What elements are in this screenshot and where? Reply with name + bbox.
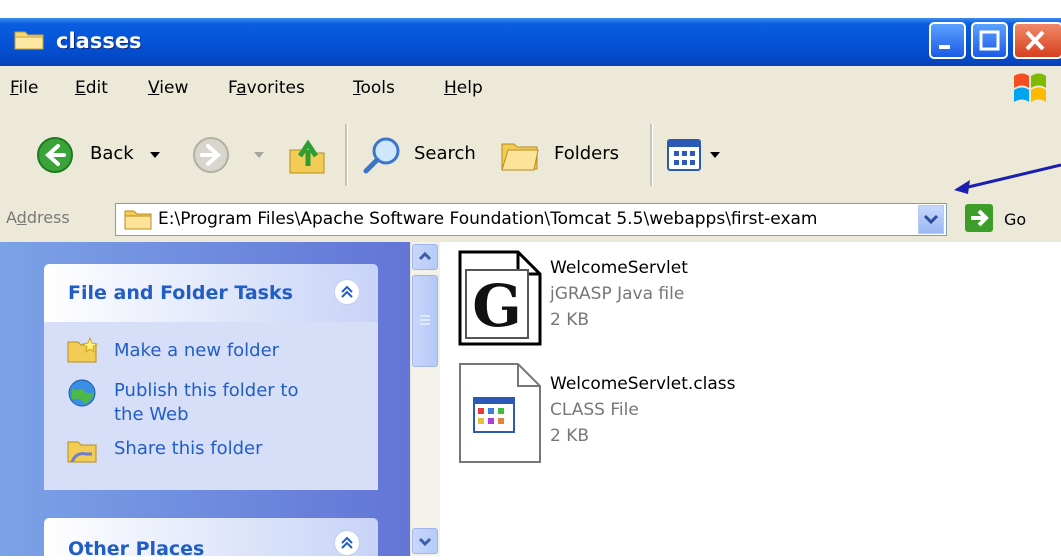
up-folder-icon[interactable] (288, 136, 328, 176)
window-title: classes (56, 29, 142, 53)
list-item[interactable]: WelcomeServlet.class CLASS File 2 KB (456, 362, 1016, 466)
annotation-arrow (954, 163, 1061, 194)
menu-tools[interactable]: Tools (353, 78, 395, 98)
maximize-icon (979, 30, 1000, 51)
file-type: jGRASP Java file (550, 284, 685, 304)
menu-file[interactable]: File (10, 78, 38, 98)
forward-button[interactable] (190, 134, 268, 176)
scroll-up-button[interactable] (412, 244, 438, 270)
menu-view[interactable]: View (148, 78, 188, 98)
back-button[interactable]: Back (34, 134, 160, 176)
maximize-button[interactable] (971, 22, 1008, 59)
slide-background-strip (0, 0, 1061, 18)
chevron-down-icon (418, 537, 432, 547)
title-bar[interactable] (0, 18, 1061, 66)
other-places-header[interactable]: Other Places (44, 518, 378, 560)
toolbar-separator (650, 124, 653, 186)
list-item[interactable]: G WelcomeServlet jGRASP Java file 2 KB (456, 250, 1016, 350)
dropdown-triangle-icon (150, 152, 160, 158)
make-new-folder-link[interactable]: Make a new folder (114, 340, 279, 361)
menu-favorites[interactable]: Favorites (228, 78, 305, 98)
publish-folder-link-line2[interactable]: the Web (114, 404, 189, 425)
class-file-icon (459, 363, 541, 463)
menu-edit[interactable]: Edit (75, 78, 108, 98)
collapse-chevron-icon[interactable] (334, 530, 360, 556)
folders-icon (501, 143, 539, 171)
publish-web-icon (68, 379, 96, 407)
file-name: WelcomeServlet (550, 258, 688, 278)
chevron-down-icon (923, 214, 939, 225)
views-icon (667, 139, 701, 171)
minimize-button[interactable] (929, 22, 966, 59)
search-icon (363, 137, 400, 174)
scroll-thumb[interactable] (412, 275, 438, 367)
address-dropdown-button[interactable] (918, 205, 944, 234)
folder-icon (124, 210, 152, 230)
new-folder-icon (67, 336, 98, 363)
back-label: Back (90, 143, 134, 164)
minimize-icon (939, 45, 950, 49)
close-button[interactable] (1013, 22, 1061, 59)
dropdown-triangle-icon (710, 152, 720, 158)
go-arrow-icon (971, 209, 989, 227)
scroll-down-button[interactable] (412, 528, 438, 554)
search-button[interactable]: Search (362, 134, 492, 176)
close-icon (1025, 30, 1045, 51)
file-name: WelcomeServlet.class (550, 374, 736, 394)
go-button[interactable] (965, 204, 993, 232)
share-folder-link[interactable]: Share this folder (114, 438, 262, 459)
folders-button[interactable]: Folders (500, 134, 632, 176)
menu-help[interactable]: Help (444, 78, 483, 98)
chevron-up-icon (418, 251, 432, 261)
folder-icon (14, 31, 44, 50)
file-type: CLASS File (550, 400, 639, 420)
svg-text:G: G (472, 272, 522, 340)
file-folder-tasks-header[interactable]: File and Folder Tasks (44, 264, 378, 322)
views-button[interactable] (666, 136, 736, 176)
grip-icon (420, 315, 430, 325)
dropdown-triangle-icon (254, 152, 264, 158)
file-folder-tasks-title: File and Folder Tasks (68, 282, 293, 304)
forward-arrow-icon (193, 137, 229, 173)
toolbar-separator (345, 124, 348, 186)
publish-folder-link[interactable]: Publish this folder to (114, 380, 299, 401)
collapse-chevron-icon[interactable] (334, 279, 360, 305)
back-arrow-icon (37, 137, 73, 173)
folders-label: Folders (554, 143, 620, 164)
share-folder-icon (67, 441, 97, 463)
other-places-title: Other Places (68, 538, 205, 560)
address-label: Address (6, 208, 70, 227)
file-size: 2 KB (550, 310, 590, 330)
search-label: Search (414, 143, 476, 164)
file-size: 2 KB (550, 426, 590, 446)
jgrasp-java-file-icon: G (458, 250, 542, 346)
address-value[interactable]: E:\Program Files\Apache Software Foundat… (158, 209, 913, 229)
windows-logo-icon (1014, 73, 1046, 102)
go-label[interactable]: Go (1004, 210, 1026, 229)
